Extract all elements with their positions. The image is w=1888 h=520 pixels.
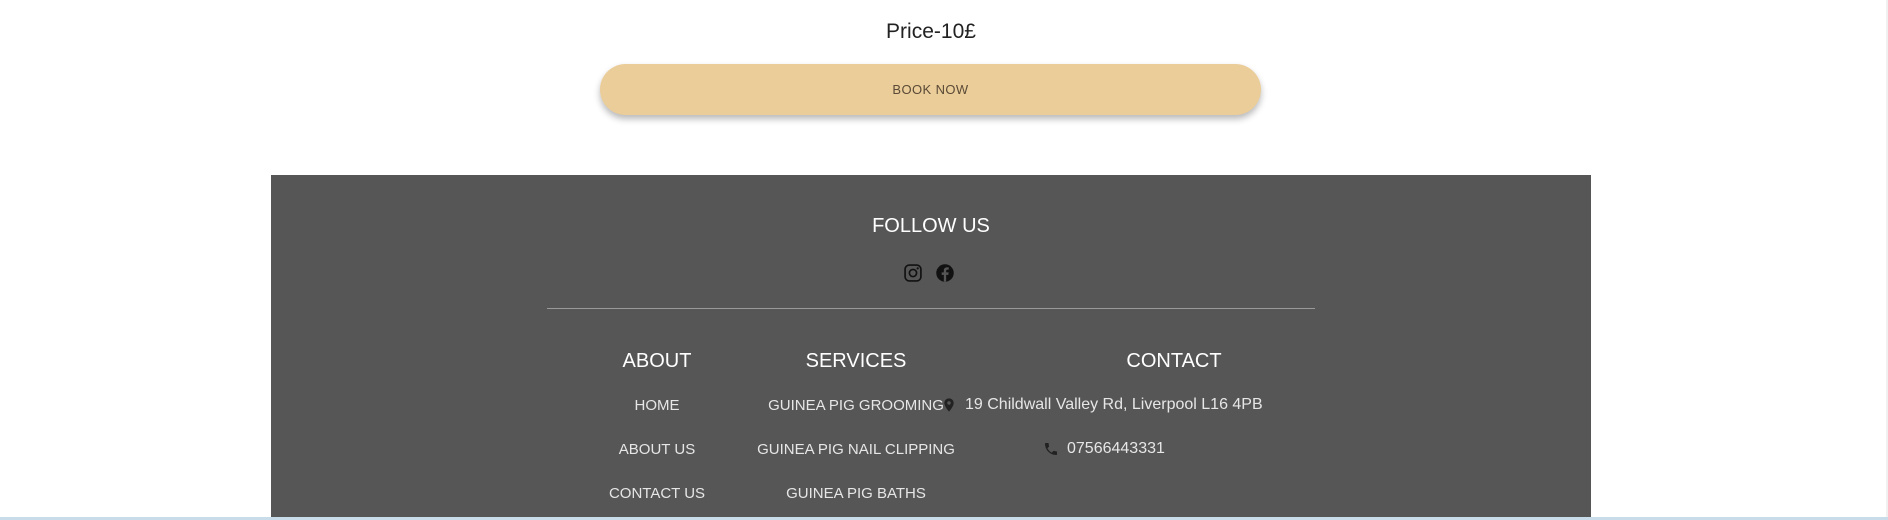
price-label: Price-10£ [886, 20, 976, 43]
phone-icon [1045, 443, 1057, 455]
contact-address: 19 Childwall Valley Rd, Liverpool L16 4P… [941, 396, 1263, 414]
contact-heading: CONTACT [1126, 350, 1222, 372]
social-links [903, 263, 955, 283]
facebook-link[interactable] [935, 263, 955, 283]
phone-text: 07566443331 [1067, 440, 1165, 457]
about-heading: ABOUT [622, 350, 692, 372]
footer-link-about-us[interactable]: ABOUT US [587, 441, 727, 458]
footer-link-nail-clipping[interactable]: GUINEA PIG NAIL CLIPPING [726, 441, 986, 458]
facebook-icon [936, 264, 954, 282]
services-heading: SERVICES [805, 350, 907, 372]
footer-link-baths[interactable]: GUINEA PIG BATHS [726, 485, 986, 502]
footer-link-home[interactable]: HOME [587, 397, 727, 414]
site-footer: FOLLOW US ABOUT HOME ABOUT US CONTACT US… [271, 175, 1591, 520]
follow-us-title: FOLLOW US [872, 215, 990, 237]
contact-phone[interactable]: 07566443331 [1043, 440, 1165, 458]
footer-divider [547, 308, 1315, 309]
instagram-link[interactable] [903, 263, 923, 283]
book-now-button[interactable]: BOOK NOW [600, 64, 1261, 115]
location-pin-icon [944, 398, 954, 412]
address-text: 19 Childwall Valley Rd, Liverpool L16 4P… [965, 396, 1263, 413]
instagram-icon [904, 264, 922, 282]
footer-link-contact-us[interactable]: CONTACT US [587, 485, 727, 502]
